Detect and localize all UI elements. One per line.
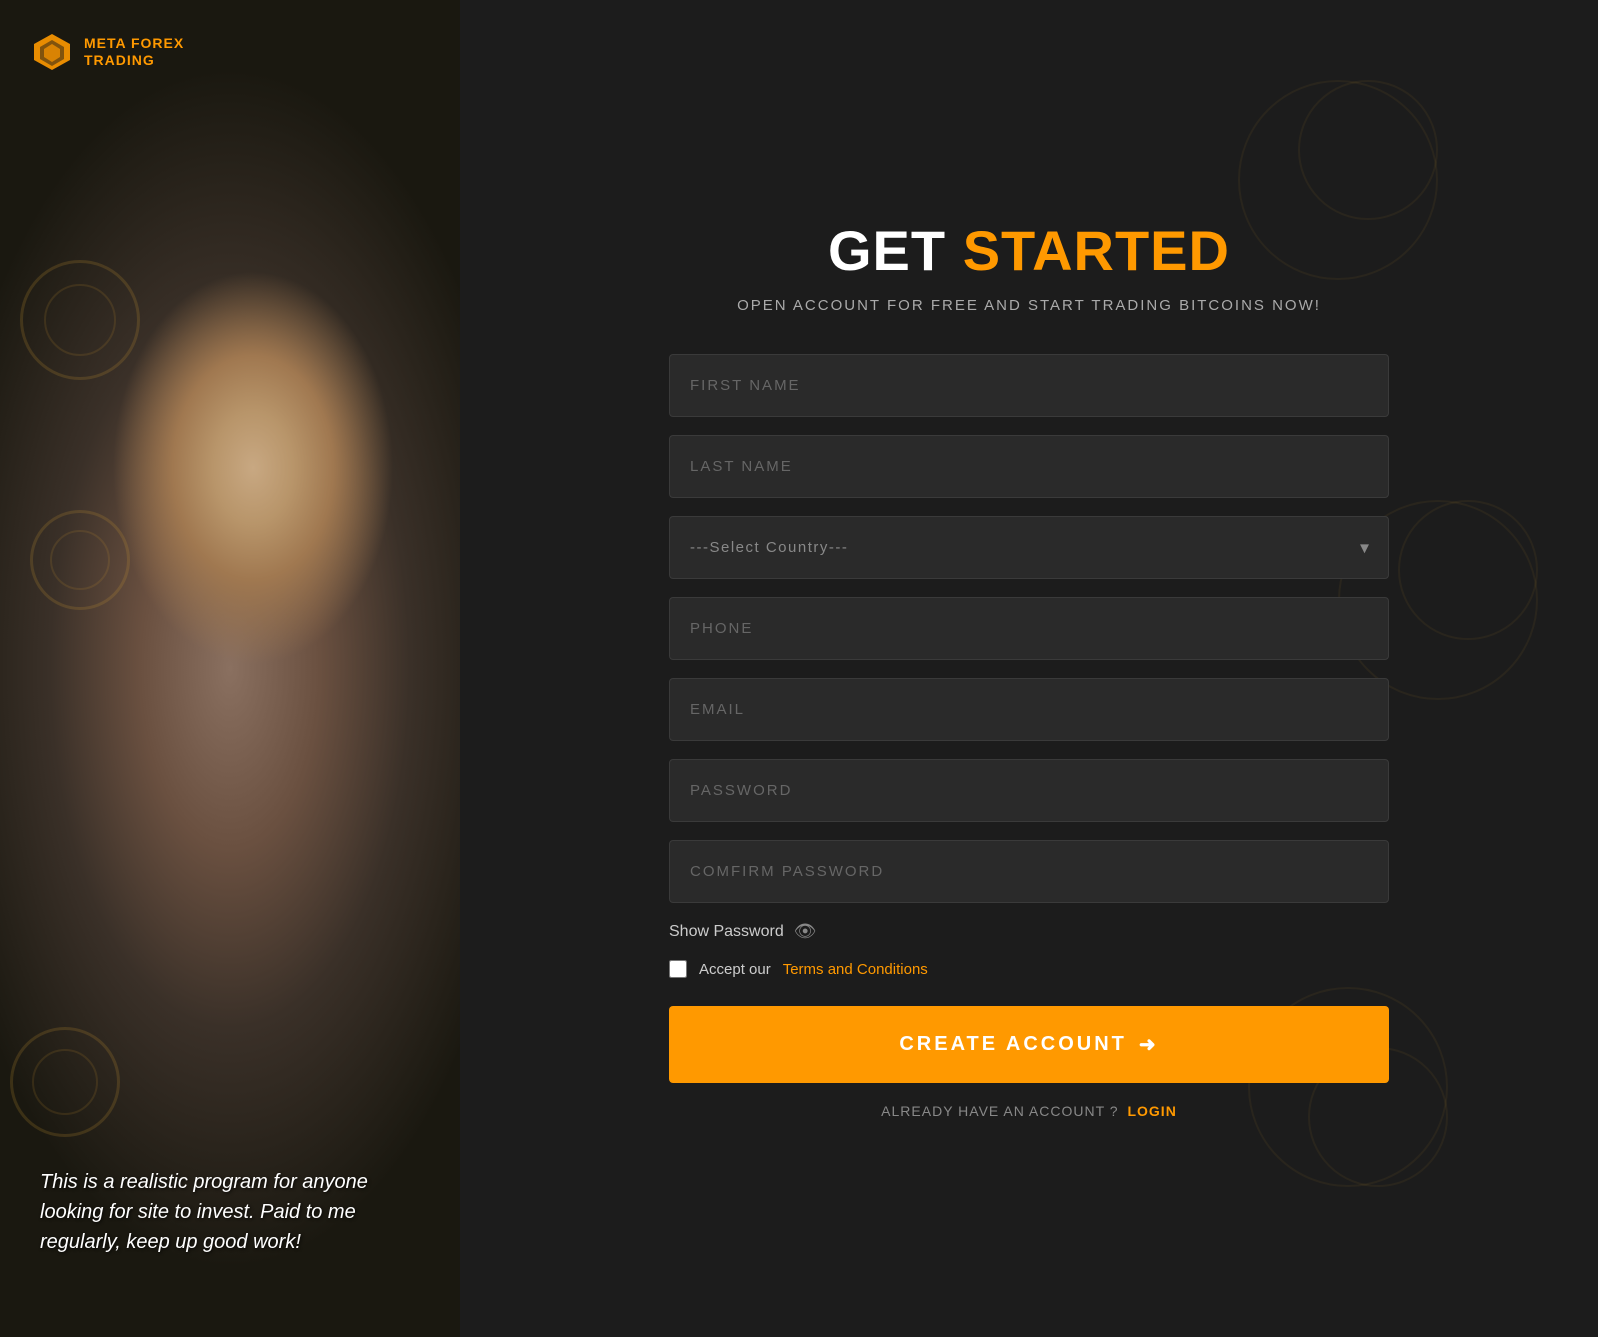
- phone-group: [669, 597, 1389, 660]
- accept-row: Accept our Terms and Conditions: [669, 960, 1389, 978]
- last-name-input[interactable]: [669, 435, 1389, 498]
- phone-input[interactable]: [669, 597, 1389, 660]
- show-password-label[interactable]: Show Password: [669, 923, 784, 941]
- country-group: ---Select Country--- United States Unite…: [669, 516, 1389, 579]
- main-title: GET STARTED: [669, 218, 1389, 283]
- confirm-password-group: [669, 840, 1389, 903]
- tagline-text: This is a realistic program for anyone l…: [40, 1167, 420, 1257]
- tagline-box: This is a realistic program for anyone l…: [40, 1167, 420, 1257]
- last-name-group: [669, 435, 1389, 498]
- form-container: GET STARTED OPEN ACCOUNT FOR FREE AND ST…: [669, 218, 1389, 1119]
- arrow-right-icon: ➜: [1139, 1032, 1159, 1057]
- login-row: ALREADY HAVE AN ACCOUNT ? LOGIN: [669, 1103, 1389, 1119]
- watermark-1: [20, 260, 140, 380]
- eye-icon[interactable]: 👁: [794, 921, 817, 942]
- watermark-3: [10, 1027, 120, 1137]
- logo-title-line1: META FOREX: [84, 35, 184, 52]
- subtitle: OPEN ACCOUNT FOR FREE AND START TRADING …: [669, 297, 1389, 314]
- title-get: GET: [828, 219, 946, 282]
- watermark-2: [30, 510, 130, 610]
- logo-text: META FOREX TRADING: [84, 35, 184, 69]
- email-group: [669, 678, 1389, 741]
- password-input[interactable]: [669, 759, 1389, 822]
- logo-title-line2: TRADING: [84, 52, 184, 69]
- create-account-label: CREATE ACCOUNT: [899, 1033, 1127, 1056]
- wm-right-1b: [1298, 80, 1438, 220]
- password-group: [669, 759, 1389, 822]
- logo-area: META FOREX TRADING: [30, 30, 184, 74]
- terms-link[interactable]: Terms and Conditions: [783, 961, 928, 978]
- left-panel: META FOREX TRADING This is a realistic p…: [0, 0, 460, 1337]
- accept-label: Accept our: [699, 961, 771, 978]
- first-name-group: [669, 354, 1389, 417]
- already-account-text: ALREADY HAVE AN ACCOUNT ?: [881, 1103, 1118, 1119]
- terms-checkbox[interactable]: [669, 960, 687, 978]
- title-started: STARTED: [963, 219, 1230, 282]
- create-account-button[interactable]: CREATE ACCOUNT ➜: [669, 1006, 1389, 1083]
- email-input[interactable]: [669, 678, 1389, 741]
- right-panel: GET STARTED OPEN ACCOUNT FOR FREE AND ST…: [460, 0, 1598, 1337]
- confirm-password-input[interactable]: [669, 840, 1389, 903]
- country-select[interactable]: ---Select Country--- United States Unite…: [669, 516, 1389, 579]
- show-password-row: Show Password 👁: [669, 921, 1389, 942]
- login-link[interactable]: LOGIN: [1127, 1103, 1176, 1119]
- wm-right-2b: [1398, 500, 1538, 640]
- first-name-input[interactable]: [669, 354, 1389, 417]
- logo-icon: [30, 30, 74, 74]
